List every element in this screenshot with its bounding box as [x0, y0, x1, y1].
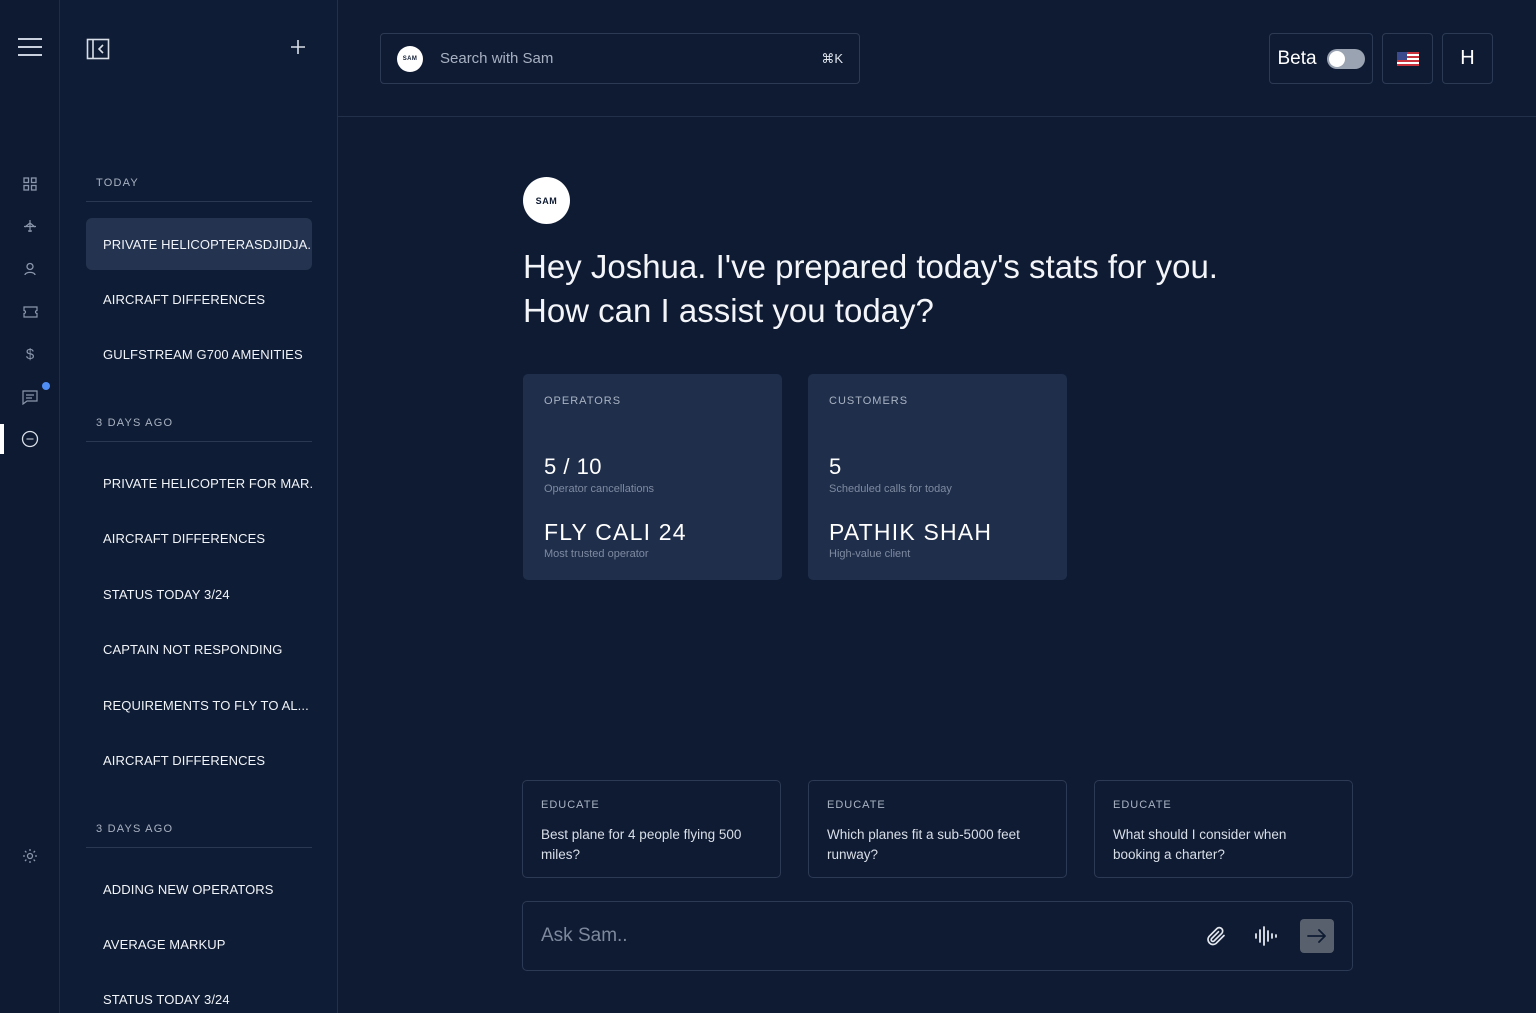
suggestion-tag: EDUCATE	[827, 799, 886, 811]
card-label: OPERATORS	[544, 395, 622, 407]
search-bar[interactable]: SAM Search with Sam ⌘K	[380, 33, 860, 84]
chat-history-item[interactable]: CAPTAIN NOT RESPONDING	[86, 623, 312, 675]
sam-icon[interactable]	[20, 429, 40, 449]
ticket-icon[interactable]	[20, 302, 40, 322]
chat-history-item[interactable]: AIRCRAFT DIFFERENCES	[86, 273, 312, 325]
icon-rail: $	[0, 0, 60, 1013]
chat-history-sidebar: TODAY PRIVATE HELICOPTERASDJIDJA... AIRC…	[60, 0, 338, 1013]
suggestion-card[interactable]: EDUCATE What should I consider when book…	[1094, 780, 1353, 878]
search-shortcut: ⌘K	[821, 50, 843, 66]
card-label: CUSTOMERS	[829, 395, 909, 407]
user-avatar-button[interactable]: H	[1442, 33, 1493, 84]
user-icon[interactable]	[20, 259, 40, 279]
sam-avatar: SAM	[523, 177, 570, 224]
chat-history-item[interactable]: GULFSTREAM G700 AMENITIES	[86, 328, 312, 380]
suggestion-tag: EDUCATE	[1113, 799, 1172, 811]
suggestion-tag: EDUCATE	[541, 799, 600, 811]
chat-history-item[interactable]: ADDING NEW OPERATORS	[86, 863, 312, 915]
suggestion-card[interactable]: EDUCATE Best plane for 4 people flying 5…	[522, 780, 781, 878]
active-indicator	[0, 424, 4, 454]
greeting: Hey Joshua. I've prepared today's stats …	[523, 245, 1283, 333]
section-heading: 3 DAYS AGO	[86, 823, 312, 848]
chat-history-item[interactable]: STATUS TODAY 3/24	[86, 961, 312, 1013]
chat-history-item[interactable]: PRIVATE HELICOPTER FOR MAR...	[86, 457, 312, 509]
chat-history-item[interactable]: AIRCRAFT DIFFERENCES	[86, 734, 312, 786]
notification-dot	[42, 382, 50, 390]
dollar-icon[interactable]: $	[20, 344, 40, 364]
us-flag-icon	[1396, 51, 1419, 66]
grid-icon[interactable]	[20, 174, 40, 194]
beta-toggle[interactable]	[1326, 48, 1365, 69]
ask-sam-bar: Ask Sam..	[522, 901, 1353, 971]
plane-icon[interactable]	[20, 216, 40, 236]
stat-caption: Most trusted operator	[544, 548, 649, 560]
operators-stat-card[interactable]: OPERATORS 5 / 10 Operator cancellations …	[523, 374, 782, 580]
send-button[interactable]	[1300, 919, 1334, 953]
collapse-sidebar-icon[interactable]	[86, 38, 110, 60]
gear-icon[interactable]	[20, 846, 40, 866]
top-bar: SAM Search with Sam ⌘K Beta H	[338, 0, 1536, 117]
language-selector[interactable]	[1382, 33, 1433, 84]
search-input[interactable]: Search with Sam	[440, 50, 821, 67]
paperclip-icon[interactable]	[1202, 922, 1230, 950]
chat-history-item[interactable]: PRIVATE HELICOPTERASDJIDJA...	[86, 218, 312, 270]
beta-label: Beta	[1277, 47, 1317, 69]
arrow-right-icon	[1307, 929, 1326, 943]
suggestion-question: Which planes fit a sub-5000 feet runway?	[827, 827, 1020, 862]
customers-stat-card[interactable]: CUSTOMERS 5 Scheduled calls for today PA…	[808, 374, 1067, 580]
stat-highlight: PATHIK SHAH	[829, 519, 993, 545]
section-heading: 3 DAYS AGO	[86, 417, 312, 442]
chat-history-item[interactable]: REQUIREMENTS TO FLY TO AL...	[86, 679, 312, 731]
new-chat-button[interactable]	[288, 38, 308, 58]
menu-icon[interactable]	[18, 38, 42, 58]
sam-logo-icon: SAM	[397, 45, 423, 72]
stat-value: 5	[829, 454, 842, 479]
voice-waveform-icon[interactable]	[1251, 922, 1279, 950]
suggestion-question: Best plane for 4 people flying 500 miles…	[541, 827, 742, 862]
stat-caption: Scheduled calls for today	[829, 483, 952, 495]
ask-input[interactable]: Ask Sam..	[541, 925, 1202, 947]
suggestion-card[interactable]: EDUCATE Which planes fit a sub-5000 feet…	[808, 780, 1067, 878]
suggestion-question: What should I consider when booking a ch…	[1113, 827, 1287, 862]
chat-history-item[interactable]: AIRCRAFT DIFFERENCES	[86, 512, 312, 564]
chat-icon[interactable]	[20, 387, 40, 407]
stat-caption: Operator cancellations	[544, 483, 655, 495]
stat-highlight: FLY CALI 24	[544, 519, 687, 545]
stat-value: 5 / 10	[544, 454, 603, 479]
chat-history-item[interactable]: STATUS TODAY 3/24	[86, 568, 312, 620]
stat-caption: High-value client	[829, 548, 911, 560]
greeting-line: Hey Joshua. I've prepared today's stats …	[523, 248, 1218, 285]
greeting-line: How can I assist you today?	[523, 292, 934, 329]
beta-toggle-box[interactable]: Beta	[1269, 33, 1373, 84]
section-heading: TODAY	[86, 177, 312, 202]
